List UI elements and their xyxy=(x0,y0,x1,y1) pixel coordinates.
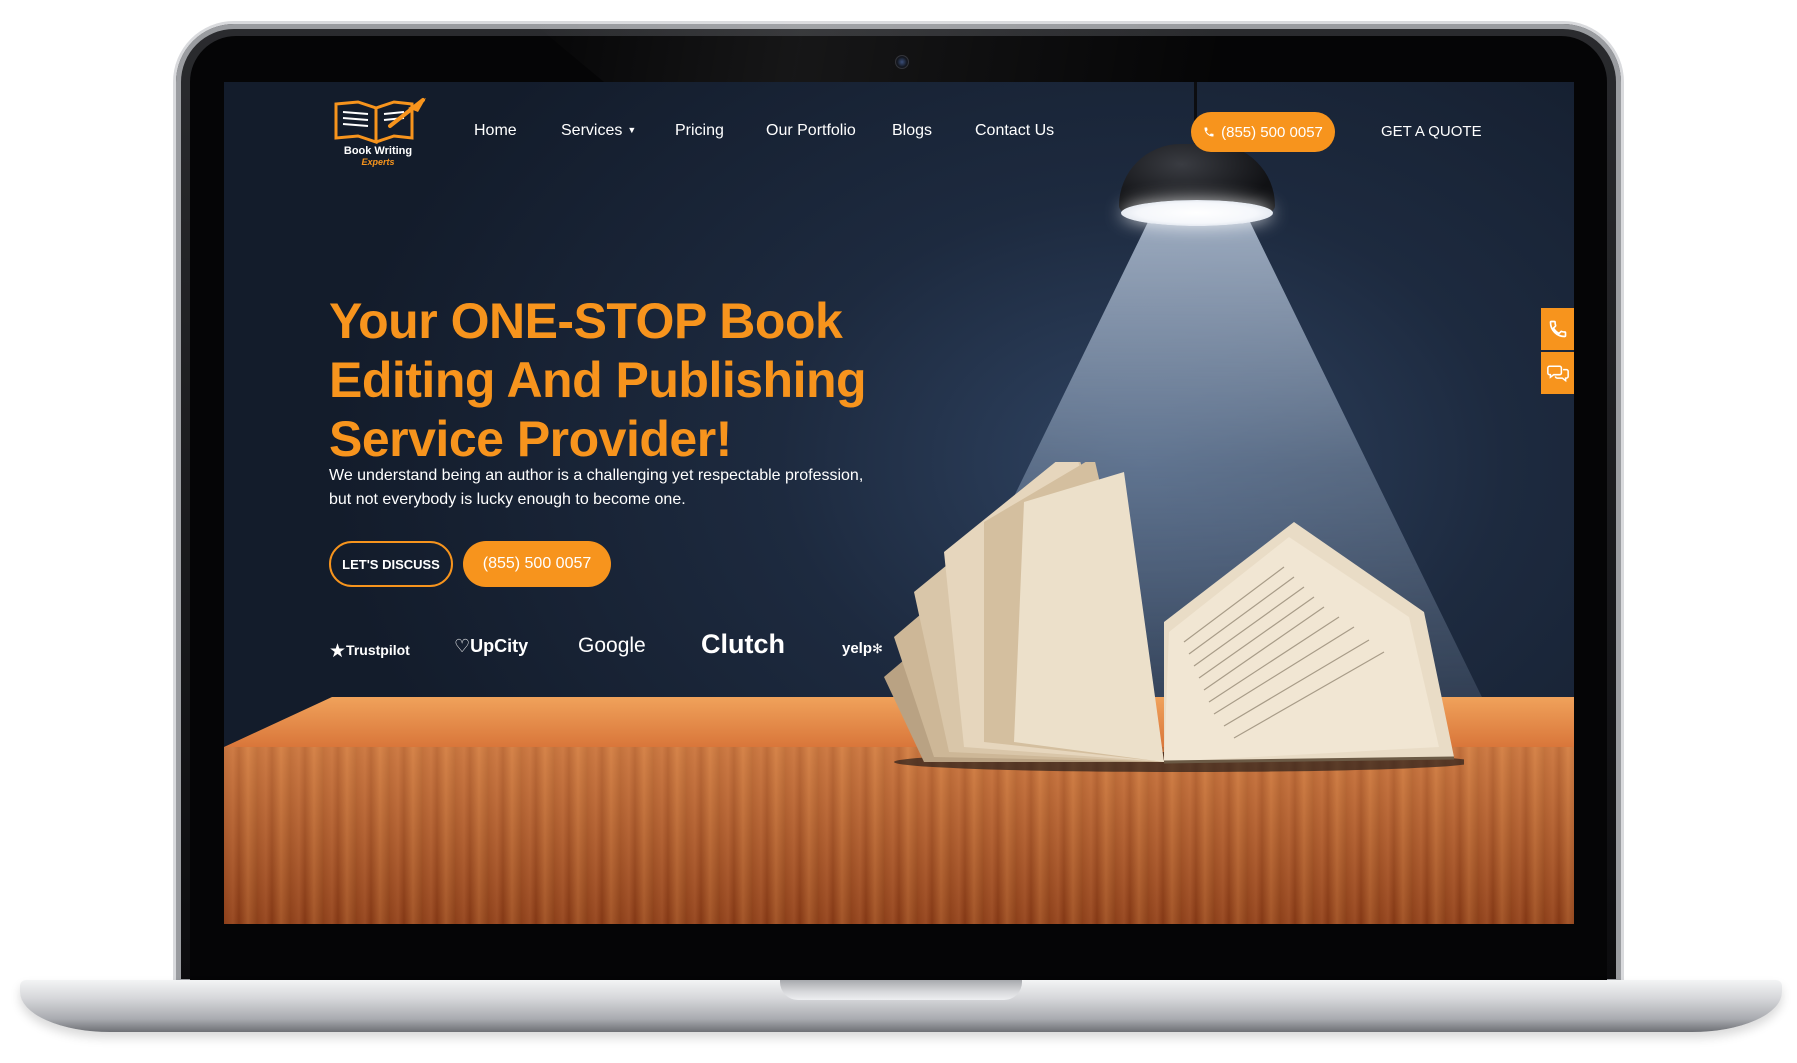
nav-portfolio[interactable]: Our Portfolio xyxy=(766,122,856,140)
lets-discuss-button[interactable]: LET'S DISCUSS xyxy=(329,541,453,587)
nav-services-label: Services xyxy=(561,122,623,139)
chat-icon xyxy=(1546,365,1569,383)
main-nav: Home Services ▼ Pricing Our Portfolio Blo… xyxy=(224,122,1574,142)
side-call-button[interactable] xyxy=(1541,308,1574,350)
chevron-down-icon: ▼ xyxy=(627,125,637,135)
upcity-logo-icon: ♡ xyxy=(454,636,471,656)
website-screen: Book Writing Experts Home Services ▼ Pric… xyxy=(224,82,1574,924)
table-front xyxy=(224,747,1574,924)
yelp-badge: yelp✻ xyxy=(842,640,883,657)
nav-phone-label: (855) 500 0057 xyxy=(1221,123,1323,141)
nav-blogs[interactable]: Blogs xyxy=(892,122,932,140)
webcam xyxy=(895,55,909,69)
upcity-badge: ♡UpCity xyxy=(454,636,528,657)
hero-title: Your ONE-STOP Book Editing And Publishin… xyxy=(329,292,889,469)
hero-title-line1: Your ONE-STOP Book xyxy=(329,293,843,349)
bezel-reflection xyxy=(520,12,1220,82)
nav-pricing[interactable]: Pricing xyxy=(675,122,724,140)
trustpilot-label: Trustpilot xyxy=(346,642,410,658)
yelp-label: yelp xyxy=(842,640,873,657)
yelp-burst-icon: ✻ xyxy=(872,641,883,656)
hero-phone-button[interactable]: (855) 500 0057 xyxy=(463,541,611,587)
nav-contact[interactable]: Contact Us xyxy=(975,122,1054,140)
upcity-label: UpCity xyxy=(470,636,529,656)
nav-services[interactable]: Services ▼ xyxy=(561,122,636,140)
hero-subtitle-line2: but not everybody is lucky enough to bec… xyxy=(329,491,686,508)
phone-icon xyxy=(1549,320,1566,338)
laptop-notch xyxy=(780,980,1022,1000)
nav-phone-button[interactable]: (855) 500 0057 xyxy=(1191,112,1335,152)
lamp-bulb-glow xyxy=(1121,200,1273,226)
logo-subtitle: Experts xyxy=(361,157,395,167)
get-quote-link[interactable]: GET A QUOTE xyxy=(1381,123,1482,140)
nav-home[interactable]: Home xyxy=(474,122,517,140)
star-icon: ★ xyxy=(329,641,347,662)
hero-title-line3: Service Provider! xyxy=(329,411,732,467)
side-chat-button[interactable] xyxy=(1541,352,1574,394)
clutch-badge: Clutch xyxy=(701,629,785,659)
google-badge: Google xyxy=(578,634,646,657)
hero-title-line2: Editing And Publishing xyxy=(329,352,867,408)
open-book-image xyxy=(884,462,1464,772)
hero-subtitle-line1: We understand being an author is a chall… xyxy=(329,467,864,484)
logo-title: Book Writing xyxy=(343,145,413,157)
phone-icon xyxy=(1204,127,1214,137)
hero-subtitle: We understand being an author is a chall… xyxy=(329,464,889,512)
trustpilot-badge: ★Trustpilot xyxy=(329,640,410,663)
